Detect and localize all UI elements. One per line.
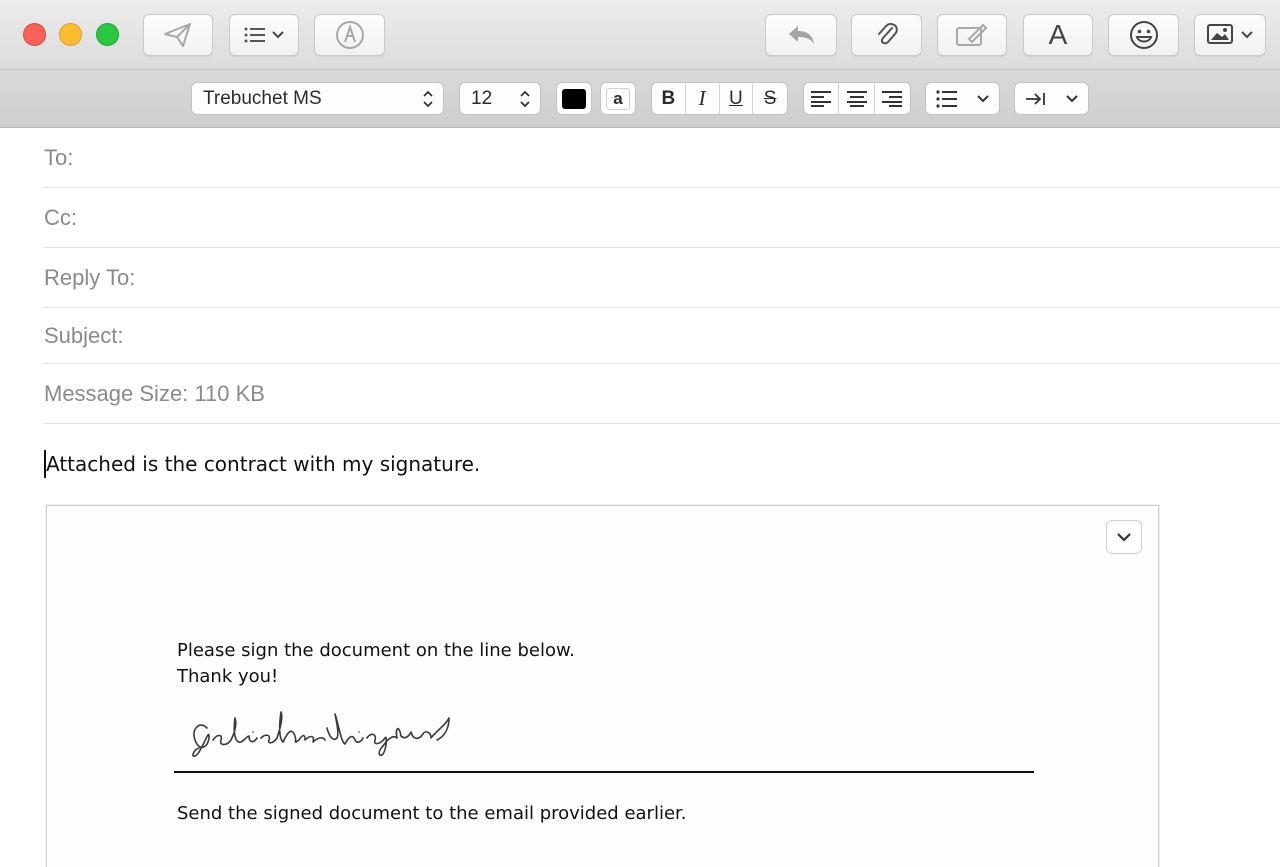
send-button[interactable] <box>143 14 213 56</box>
message-size-label: Message Size: 110 KB <box>44 380 265 406</box>
to-label: To: <box>44 144 74 170</box>
subject-label: Subject: <box>44 322 124 348</box>
photo-browser-icon <box>1207 24 1233 44</box>
updown-chevron-icon <box>413 90 443 108</box>
handwritten-signature <box>192 711 450 758</box>
updown-chevron-icon <box>510 90 540 108</box>
font-family-value: Trebuchet MS <box>203 87 322 109</box>
list-style-select[interactable] <box>925 82 1000 115</box>
chevron-down-icon <box>977 94 989 102</box>
font-size-value: 12 <box>471 87 493 109</box>
background-color-button[interactable]: a <box>600 82 636 115</box>
italic-button[interactable]: I <box>686 83 720 114</box>
markup-pen-icon <box>335 21 364 49</box>
message-body[interactable]: Attached is the contract with my signatu… <box>44 450 480 478</box>
chevron-down-icon <box>272 31 284 39</box>
photo-browser-button[interactable] <box>1194 14 1266 56</box>
align-right-icon <box>882 90 903 107</box>
format-button[interactable]: A <box>1023 14 1093 56</box>
signature-icon <box>956 23 988 46</box>
document-instruction: Please sign the document on the line bel… <box>177 640 575 661</box>
strikethrough-button[interactable]: S <box>753 83 787 114</box>
chevron-down-icon <box>1117 532 1131 542</box>
align-left-button[interactable] <box>804 83 840 114</box>
reply-arrow-icon <box>789 26 814 44</box>
emoji-button[interactable] <box>1108 14 1179 56</box>
bold-button[interactable]: B <box>652 83 686 114</box>
reply-to-label: Reply To: <box>44 264 136 290</box>
background-color-label: a <box>606 87 630 110</box>
smiley-icon <box>1129 21 1158 49</box>
align-center-button[interactable] <box>839 83 875 114</box>
align-right-button[interactable] <box>875 83 910 114</box>
message-size-row: Message Size: 110 KB <box>44 364 1280 424</box>
subject-field[interactable]: Subject: <box>44 308 1280 364</box>
text-style-group: B I U S <box>651 82 788 115</box>
pdf-attachment[interactable]: Please sign the document on the line bel… <box>46 505 1159 867</box>
format-bar: Trebuchet MS 12 a B I U S <box>0 70 1280 128</box>
document-thanks: Thank you! <box>177 666 279 687</box>
header-fields-button[interactable] <box>229 14 299 56</box>
close-window-button[interactable] <box>23 23 46 46</box>
document-footer-note: Send the signed document to the email pr… <box>177 803 687 824</box>
bullet-list-icon <box>936 89 957 108</box>
align-center-icon <box>846 90 867 107</box>
signature-line <box>174 771 1034 773</box>
list-icon <box>244 27 265 43</box>
markup-button[interactable] <box>314 14 385 56</box>
alignment-group <box>803 82 911 115</box>
minimize-window-button[interactable] <box>59 23 82 46</box>
cc-field[interactable]: Cc: <box>44 188 1280 248</box>
chevron-down-icon <box>1241 31 1253 39</box>
attach-signature-button[interactable] <box>937 14 1007 56</box>
underline-button[interactable]: U <box>720 83 754 114</box>
to-field[interactable]: To: <box>44 128 1280 188</box>
indent-select[interactable] <box>1014 82 1089 115</box>
paperclip-icon <box>877 22 898 45</box>
text-color-button[interactable] <box>556 82 592 115</box>
paper-plane-icon <box>164 23 191 47</box>
zoom-window-button[interactable] <box>96 23 119 46</box>
chevron-down-icon <box>1066 94 1078 102</box>
font-size-select[interactable]: 12 <box>459 82 541 115</box>
indent-icon <box>1025 92 1045 105</box>
font-family-select[interactable]: Trebuchet MS <box>191 82 444 115</box>
attach-button[interactable] <box>851 14 922 56</box>
cc-label: Cc: <box>44 204 77 230</box>
reply-to-field[interactable]: Reply To: <box>44 248 1280 308</box>
text-color-swatch <box>562 88 586 109</box>
align-left-icon <box>811 90 832 107</box>
window-toolbar: A <box>0 0 1280 70</box>
attachment-options-button[interactable] <box>1106 520 1142 554</box>
reply-button[interactable] <box>765 14 837 56</box>
